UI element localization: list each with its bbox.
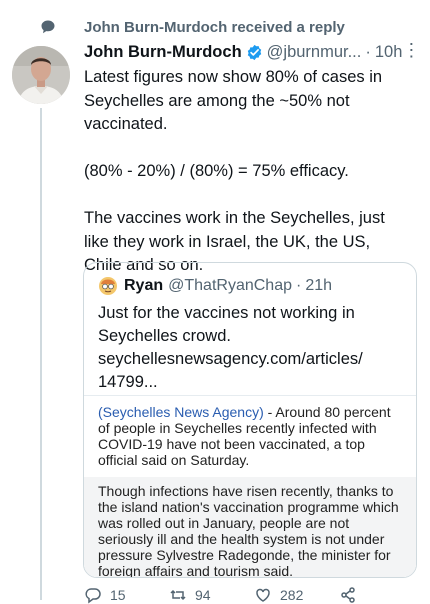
tweet-header: John Burn-Murdoch @jburnmur... · 10h ⋮	[84, 41, 420, 63]
thread-line	[40, 108, 42, 600]
quoted-link-line[interactable]: 14799...	[98, 371, 388, 394]
article-screenshot-card[interactable]: (Seychelles News Agency) - Around 80 per…	[84, 395, 416, 577]
retweet-button[interactable]: 94	[169, 586, 254, 604]
reply-context-text: John Burn-Murdoch received a reply	[84, 18, 345, 36]
tweet[interactable]: John Burn-Murdoch @jburnmur... · 10h ⋮ L…	[84, 41, 420, 278]
separator-dot: ·	[365, 42, 371, 61]
quoted-separator-dot: ·	[295, 277, 302, 294]
avatar-photo	[12, 46, 70, 104]
verified-badge-icon	[247, 44, 261, 60]
quoted-tweet[interactable]: Ryan @ThatRyanChap · 21h Just for the va…	[83, 262, 417, 578]
quoted-author-avatar[interactable]	[98, 276, 118, 296]
share-icon	[341, 587, 355, 603]
reply-button[interactable]: 15	[84, 586, 169, 604]
retweet-icon	[170, 589, 186, 601]
quoted-text-line: Just for the vaccines not working in	[98, 304, 355, 322]
article-source-link: (Seychelles News Agency)	[98, 404, 264, 420]
article-paragraph: Though infections have risen recently, t…	[98, 483, 399, 578]
quoted-author-name[interactable]: Ryan	[124, 277, 163, 295]
reply-icon	[85, 588, 101, 604]
heart-icon	[256, 588, 270, 602]
reply-context[interactable]: John Burn-Murdoch received a reply	[41, 15, 345, 39]
quoted-tweet-header: Ryan @ThatRyanChap · 21h	[98, 276, 332, 296]
quoted-link-line[interactable]: seychellesnewsagency.com/articles/	[98, 348, 388, 371]
article-excerpt: (Seychelles News Agency) - Around 80 per…	[84, 404, 416, 577]
quoted-text-line: Seychelles crowd.	[98, 327, 231, 345]
reply-bubble-icon	[41, 20, 55, 34]
more-options-icon[interactable]: ⋮	[402, 41, 420, 59]
quoted-tweet-text: Just for the vaccines not working in Sey…	[98, 302, 388, 394]
quoted-author-handle[interactable]: @ThatRyanChap	[168, 277, 292, 295]
article-paragraph: (Seychelles News Agency) - Around 80 per…	[98, 404, 404, 468]
author-name[interactable]: John Burn-Murdoch	[84, 43, 242, 62]
retweet-count: 94	[195, 587, 211, 603]
like-button[interactable]: 282	[254, 586, 339, 604]
tweet-text: Latest figures now show 80% of cases in …	[84, 68, 385, 274]
share-button[interactable]	[339, 586, 424, 604]
author-handle[interactable]: @jburnmur...	[267, 43, 362, 62]
article-paragraph-shaded: Though infections have risen recently, t…	[84, 477, 416, 578]
like-count: 282	[280, 587, 304, 603]
tweet-timestamp[interactable]: 10h	[375, 43, 403, 62]
avatar[interactable]	[12, 46, 70, 104]
reply-count: 15	[110, 587, 126, 603]
tweet-actions: 15 94 282	[84, 586, 424, 604]
quoted-timestamp[interactable]: 21h	[305, 277, 332, 295]
